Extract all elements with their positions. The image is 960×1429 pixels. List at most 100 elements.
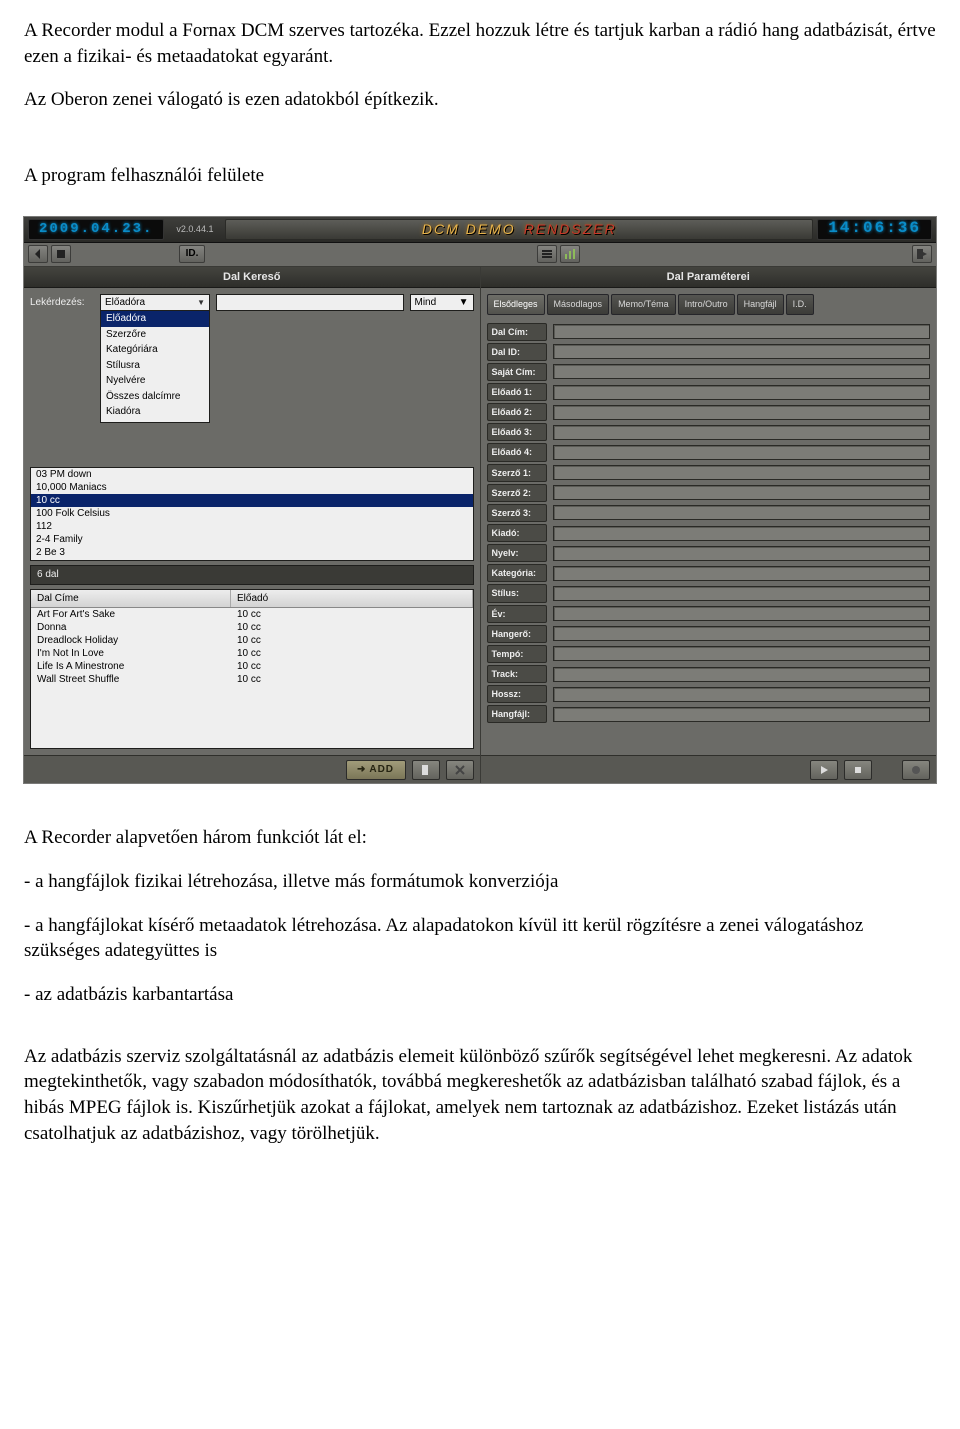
doc-list-item: - a hangfájlokat kísérő metaadatok létre… [24,913,936,964]
left-footer: ➜ADD [24,755,480,783]
combo-option[interactable]: Előadóra [101,311,209,327]
time-display: 14:06:36 [817,219,932,240]
col-header-artist[interactable]: Előadó [231,590,473,608]
scope-select[interactable]: Mind ▼ [410,294,474,311]
field-input[interactable] [553,646,931,661]
field-input[interactable] [553,425,931,440]
field-input[interactable] [553,586,931,601]
table-row[interactable]: Art For Art's Sake10 cc [31,608,473,621]
stop-button[interactable] [844,760,872,780]
field-input[interactable] [553,606,931,621]
tab-secondary[interactable]: Másodlagos [547,294,610,314]
field-label: Szerző 1: [487,464,547,482]
record-button[interactable] [902,760,930,780]
combo-option[interactable]: Kategóriára [101,342,209,358]
tab-memo[interactable]: Memo/Téma [611,294,676,314]
field-label: Hossz: [487,685,547,703]
new-button[interactable] [412,760,440,780]
field-input[interactable] [553,505,931,520]
app-screenshot: 2009.04.23. v2.0.44.1 DCM DEMO RENDSZER … [24,217,936,784]
chart-icon[interactable] [560,245,580,263]
query-combo-list[interactable]: Előadóra Szerzőre Kategóriára Stílusra N… [100,311,210,423]
song-table: Dal Címe Előadó Art For Art's Sake10 cc … [30,589,474,750]
id-display-toggle[interactable]: ID. [179,245,205,263]
field-input[interactable] [553,526,931,541]
field-input[interactable] [553,465,931,480]
doc-list-item: - az adatbázis karbantartása [24,982,936,1008]
field-input[interactable] [553,667,931,682]
list-item[interactable]: 2-4 Family [31,533,473,546]
result-count: 6 dal [30,565,474,585]
combo-option[interactable]: Stílusra [101,358,209,374]
combo-option[interactable]: Szerzőre [101,327,209,343]
field-input[interactable] [553,546,931,561]
tab-id[interactable]: I.D. [786,294,814,314]
col-header-title[interactable]: Dal Címe [31,590,231,608]
tab-primary[interactable]: Elsődleges [487,294,545,314]
doc-list-item: - a hangfájlok fizikai létrehozása, ille… [24,869,936,895]
cell: 10 cc [231,608,473,621]
combo-option[interactable]: Kiadóra [101,404,209,420]
field-label: Dal Cím: [487,323,547,341]
field-input[interactable] [553,364,931,379]
field-input[interactable] [553,445,931,460]
chevron-down-icon: ▼ [459,296,469,310]
list-item[interactable]: 10 cc [31,494,473,507]
cell: Dreadlock Holiday [31,634,231,647]
query-type-combo[interactable]: Előadóra ▼ Előadóra Szerzőre Kategóriára… [100,294,210,423]
query-combo-value: Előadóra [105,296,145,310]
list-item[interactable]: 2 Be 3 [31,546,473,559]
artist-list[interactable]: 03 PM down 10,000 Maniacs 10 cc 100 Folk… [30,467,474,561]
play-button[interactable] [810,760,838,780]
tab-introoutro[interactable]: Intro/Outro [678,294,735,314]
doc-paragraph: A Recorder modul a Fornax DCM szerves ta… [24,18,936,69]
field-input[interactable] [553,687,931,702]
nav-left-icon[interactable] [28,245,48,263]
field-label: Hangerő: [487,625,547,643]
params-panel-title: Dal Paraméterei [481,267,937,289]
field-input[interactable] [553,707,931,722]
cell: Life Is A Minestrone [31,660,231,673]
app-topbar: 2009.04.23. v2.0.44.1 DCM DEMO RENDSZER … [24,217,936,243]
list-icon[interactable] [537,245,557,263]
field-input[interactable] [553,566,931,581]
search-panel: Dal Kereső Lekérdezés: Előadóra ▼ Előadó… [24,267,481,784]
combo-option[interactable]: Összes dalcímre [101,389,209,405]
list-item[interactable]: 112 [31,520,473,533]
list-item[interactable]: 2 Evissa [31,559,473,561]
field-input[interactable] [553,344,931,359]
combo-option[interactable]: Nyelvére [101,373,209,389]
query-text-input[interactable] [216,294,404,311]
field-input[interactable] [553,626,931,641]
table-row[interactable]: Donna10 cc [31,621,473,634]
params-panel: Dal Paraméterei Elsődleges Másodlagos Me… [481,267,937,784]
list-item[interactable]: 100 Folk Celsius [31,507,473,520]
tab-audiofile[interactable]: Hangfájl [737,294,784,314]
field-label: Hangfájl: [487,705,547,723]
table-row[interactable]: Life Is A Minestrone10 cc [31,660,473,673]
table-row[interactable]: Dreadlock Holiday10 cc [31,634,473,647]
db-icon[interactable] [51,245,71,263]
field-input[interactable] [553,324,931,339]
add-button-label: ADD [369,763,394,777]
exit-icon[interactable] [912,245,932,263]
field-label: Tempó: [487,645,547,663]
scope-value: Mind [415,296,437,310]
field-label: Előadó 1: [487,383,547,401]
cell: 10 cc [231,660,473,673]
doc-paragraph: A Recorder alapvetően három funkciót lát… [24,825,936,851]
field-label: Nyelv: [487,544,547,562]
cell: 10 cc [231,621,473,634]
add-button[interactable]: ➜ADD [346,760,406,780]
field-input[interactable] [553,485,931,500]
query-label: Lekérdezés: [30,294,94,310]
table-row[interactable]: I'm Not In Love10 cc [31,647,473,660]
list-item[interactable]: 10,000 Maniacs [31,481,473,494]
table-row[interactable]: Wall Street Shuffle10 cc [31,673,473,686]
app-toolbar: ID. [24,243,936,267]
delete-button[interactable] [446,760,474,780]
field-input[interactable] [553,385,931,400]
field-input[interactable] [553,405,931,420]
list-item[interactable]: 03 PM down [31,468,473,481]
combo-option[interactable]: Dal ID-re [101,420,209,424]
